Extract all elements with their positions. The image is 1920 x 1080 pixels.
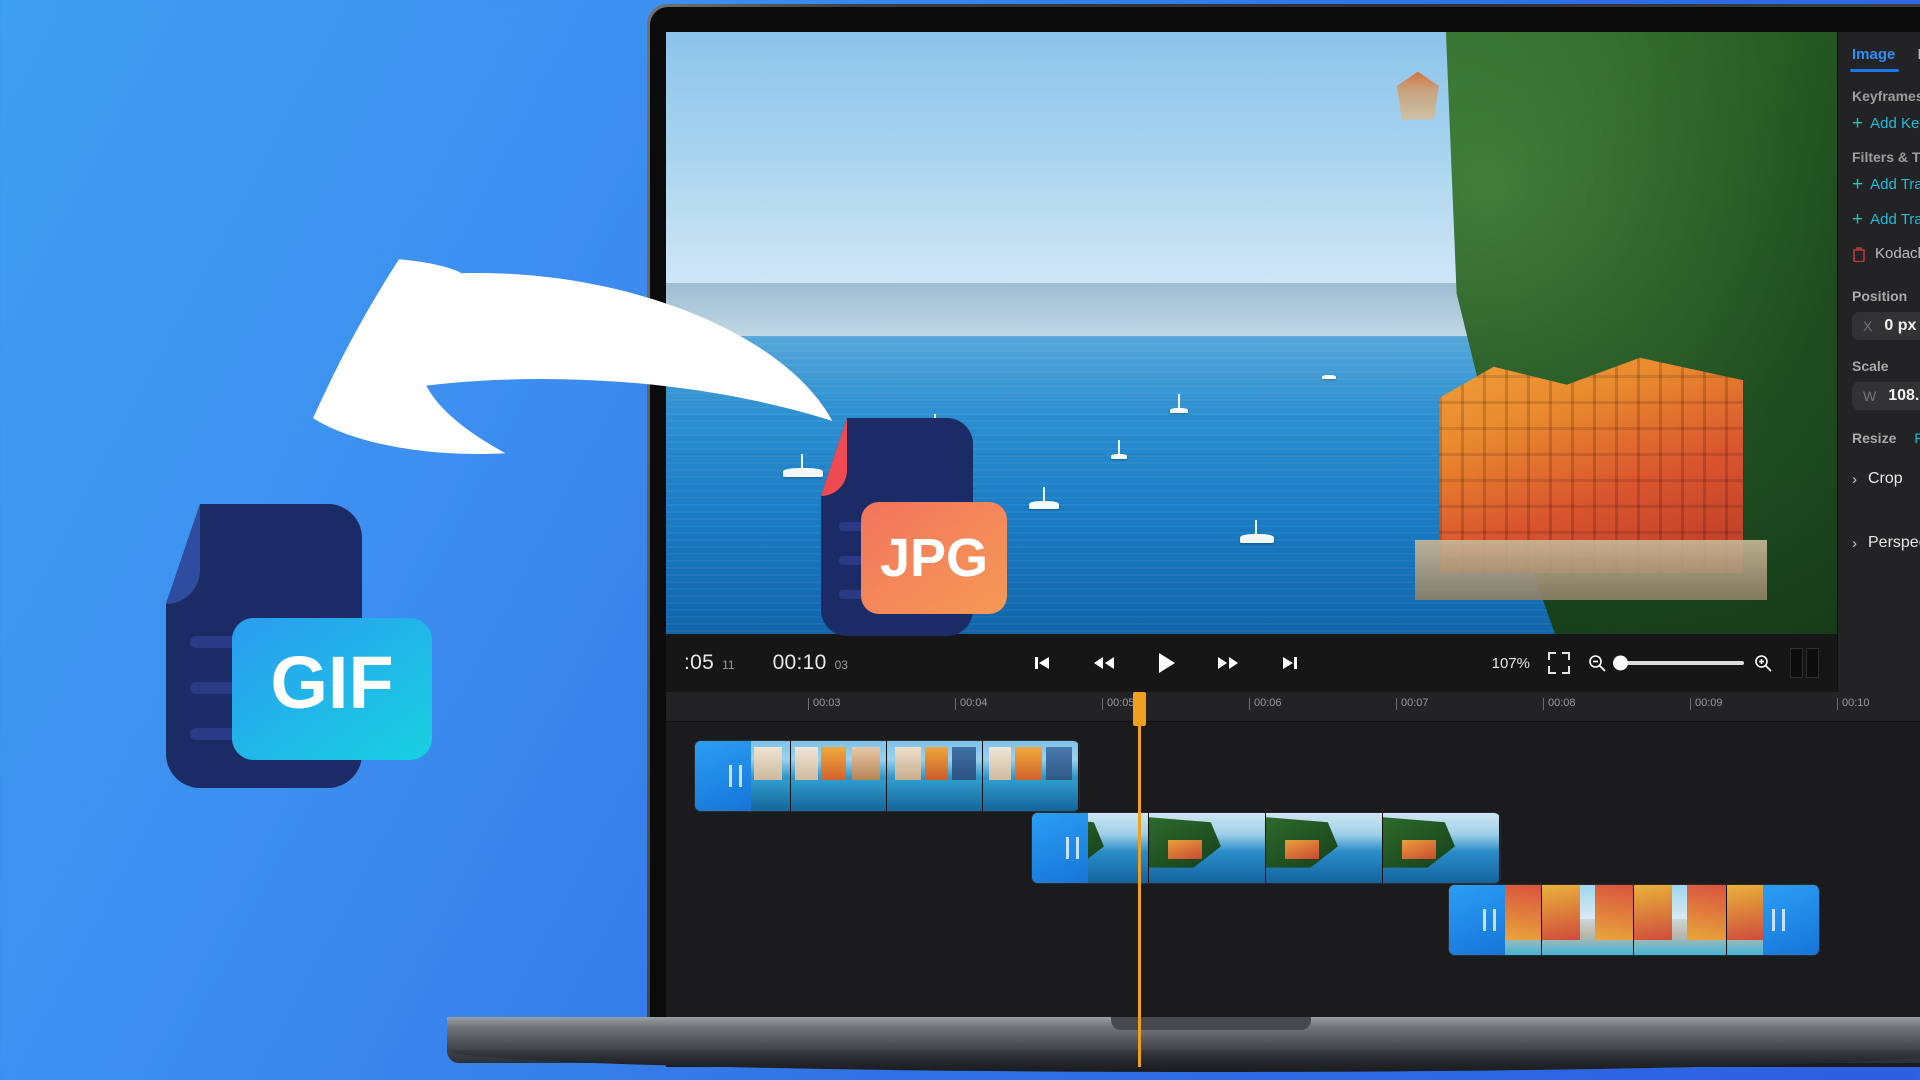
table-row[interactable] [694,740,1080,812]
preview-boat [1029,486,1059,509]
jpg-badge-label: JPG [880,528,988,588]
gif-badge-label: GIF [270,641,393,724]
perspective-label: Perspective [1868,534,1920,551]
applied-filter-name: Kodachrom [1875,245,1920,262]
crop-label: Crop [1868,470,1903,487]
zoom-slider[interactable] [1588,654,1772,672]
ruler-tick: 00:06 [1249,697,1282,710]
scale-axis-label: W [1863,388,1877,404]
ruler-tick: 00:09 [1690,697,1723,710]
chevron-right-icon: › [1852,470,1857,488]
zoom-slider-knob[interactable] [1613,655,1628,671]
clip-frame [1383,813,1500,883]
keyframes-section-title: Keyframes [1852,88,1920,104]
clip-thumbnails [1032,813,1500,883]
jpg-file-icon: JPG [795,404,1011,664]
clip-handle-right[interactable] [1763,885,1819,955]
timeline-playhead[interactable] [1133,692,1146,1067]
clip-frame [1266,813,1383,883]
position-axis-label: X [1863,318,1873,334]
table-row[interactable] [1448,884,1820,956]
curved-arrow-left-icon [280,196,840,506]
current-frames: 11 [722,658,735,672]
preview-boat [1239,519,1274,543]
clip-handle-left[interactable] [1449,885,1505,955]
clip-frame [1541,885,1634,955]
trash-icon[interactable] [1852,246,1866,262]
zoom-percent-label: 107% [1491,654,1530,672]
resize-label: Resize [1852,430,1897,446]
ruler-tick: 00:04 [955,697,988,710]
clip-frame [1149,813,1266,883]
ruler-tick: 00:10 [1837,697,1870,710]
clip-frame [1634,885,1727,955]
split-view-icon[interactable] [1790,648,1819,678]
rewind-icon[interactable] [1091,650,1117,676]
position-label: Position [1852,288,1908,304]
clip-handle-left[interactable] [1032,813,1088,883]
zoom-slider-track[interactable] [1613,655,1744,671]
tab-image[interactable]: Image [1849,46,1900,72]
properties-body: Keyframes + Add Keyfram Filters & Transi… [1838,72,1920,568]
laptop-foot [447,1050,1920,1072]
add-transition-label-2: Add Transiti [1870,211,1920,228]
plus-icon: + [1852,113,1864,134]
zoom-out-icon[interactable] [1588,654,1606,672]
preview-boat [1169,394,1188,414]
preview-quay [1415,540,1767,600]
playhead-handle[interactable] [1133,692,1146,726]
crop-accordion[interactable]: › Crop [1852,470,1920,488]
table-row[interactable] [1031,812,1501,884]
ruler-tick: 00:03 [808,697,841,710]
add-transition-button-1[interactable]: + Add Transiti [1852,175,1920,194]
plus-icon: + [1852,174,1864,195]
scale-label: Scale [1852,358,1889,374]
scale-w-value: 108.9 % [1888,387,1920,404]
timeline-ruler[interactable]: 00:03 00:04 00:05 00:06 00:07 00:08 00:0… [666,692,1920,722]
player-right-controls: 107% [1484,648,1819,678]
timeline-tracks [666,692,1920,1067]
ruler-tick: 00:08 [1543,697,1576,710]
clip-frame [983,741,1079,811]
preview-boat [1321,375,1336,380]
plus-icon: + [1852,209,1864,230]
filters-section-title: Filters & Transiti [1852,149,1920,165]
ruler-tick: 00:05 [1102,697,1135,710]
clip-thumbnails [695,741,1079,811]
properties-tabs: Image Effect [1838,32,1920,72]
perspective-accordion[interactable]: › Perspective [1852,534,1920,552]
position-x-field[interactable]: X 0 px [1852,312,1920,340]
clip-frame [791,741,887,811]
resize-value[interactable]: Fit c [1914,430,1920,446]
gif-file-icon: GIF [128,476,440,816]
skip-start-icon[interactable] [1029,650,1055,676]
fast-forward-icon[interactable] [1215,650,1241,676]
fit-to-screen-icon[interactable] [1548,652,1570,674]
ruler-tick: 00:07 [1396,697,1429,710]
properties-panel: Image Effect Keyframes + Add Keyfram Fil… [1837,32,1920,692]
zoom-in-icon[interactable] [1754,654,1772,672]
add-transition-button-2[interactable]: + Add Transiti [1852,210,1920,229]
add-keyframe-label: Add Keyfram [1870,115,1920,132]
skip-end-icon[interactable] [1277,650,1303,676]
clip-handle-left[interactable] [695,741,751,811]
position-x-value: 0 px [1884,317,1917,334]
current-time: :05 [684,651,715,674]
play-icon[interactable] [1153,650,1179,676]
resize-row: Resize Fit c [1852,430,1920,446]
preview-boat [1110,440,1127,460]
applied-filter-row: Kodachrom [1852,245,1920,262]
add-transition-label-1: Add Transiti [1870,176,1920,193]
scale-w-field[interactable]: W 108.9 % [1852,382,1920,410]
chevron-right-icon: › [1852,534,1857,552]
clip-frame [887,741,983,811]
add-keyframe-button[interactable]: + Add Keyfram [1852,114,1920,133]
timeline-panel: 00:03 00:04 00:05 00:06 00:07 00:08 00:0… [666,692,1920,1067]
